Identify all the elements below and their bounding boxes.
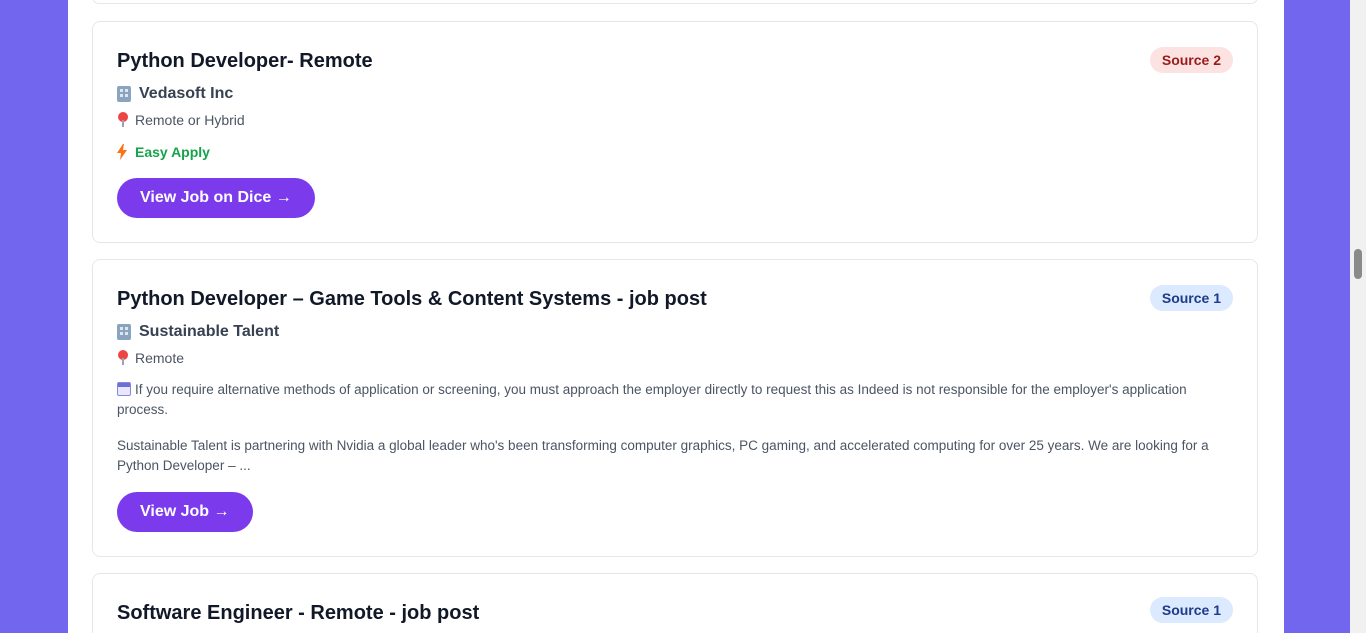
map-pin-icon (117, 350, 129, 366)
source-badge: Source 2 (1149, 47, 1233, 73)
map-pin-icon (117, 112, 129, 128)
application-note-text: If you require alternative methods of ap… (117, 382, 1187, 417)
company-row: Vedasoft Inc (117, 85, 233, 103)
easy-apply-label: Easy Apply (135, 144, 210, 160)
job-title: Software Engineer - Remote - job post (117, 602, 480, 624)
results-panel: Python Developer- Remote Source 2 Vedaso… (68, 0, 1284, 633)
job-card: Python Developer- Remote Source 2 Vedaso… (92, 21, 1258, 243)
job-title: Python Developer – Game Tools & Content … (117, 288, 707, 310)
view-job-on-dice-button[interactable]: View Job on Dice → (117, 178, 315, 218)
location-row: Remote (117, 350, 184, 366)
company-name: Vedasoft Inc (139, 85, 234, 102)
office-building-icon (117, 86, 131, 102)
source-badge: Source 1 (1149, 597, 1233, 623)
view-job-button[interactable]: View Job → (117, 492, 253, 532)
job-location: Remote or Hybrid (135, 112, 245, 128)
page-scrollbar[interactable] (1350, 0, 1366, 633)
company-row: Sustainable Talent (117, 323, 279, 341)
easy-apply-row: Easy Apply (117, 144, 210, 160)
job-title: Python Developer- Remote (117, 50, 373, 72)
location-row: Remote or Hybrid (117, 112, 245, 128)
calendar-icon (117, 382, 131, 396)
job-card: Software Engineer - Remote - job post So… (92, 573, 1258, 633)
lightning-bolt-icon (117, 144, 127, 160)
job-description: Sustainable Talent is partnering with Nv… (117, 438, 1209, 473)
scrollbar-thumb[interactable] (1354, 249, 1362, 279)
job-card: Python Developer – Game Tools & Content … (92, 259, 1258, 557)
application-note: If you require alternative methods of ap… (117, 380, 1233, 420)
job-location: Remote (135, 350, 185, 366)
job-card-previous (92, 0, 1258, 4)
company-name: Sustainable Talent (139, 323, 280, 340)
source-badge: Source 1 (1149, 285, 1233, 311)
office-building-icon (117, 324, 131, 340)
